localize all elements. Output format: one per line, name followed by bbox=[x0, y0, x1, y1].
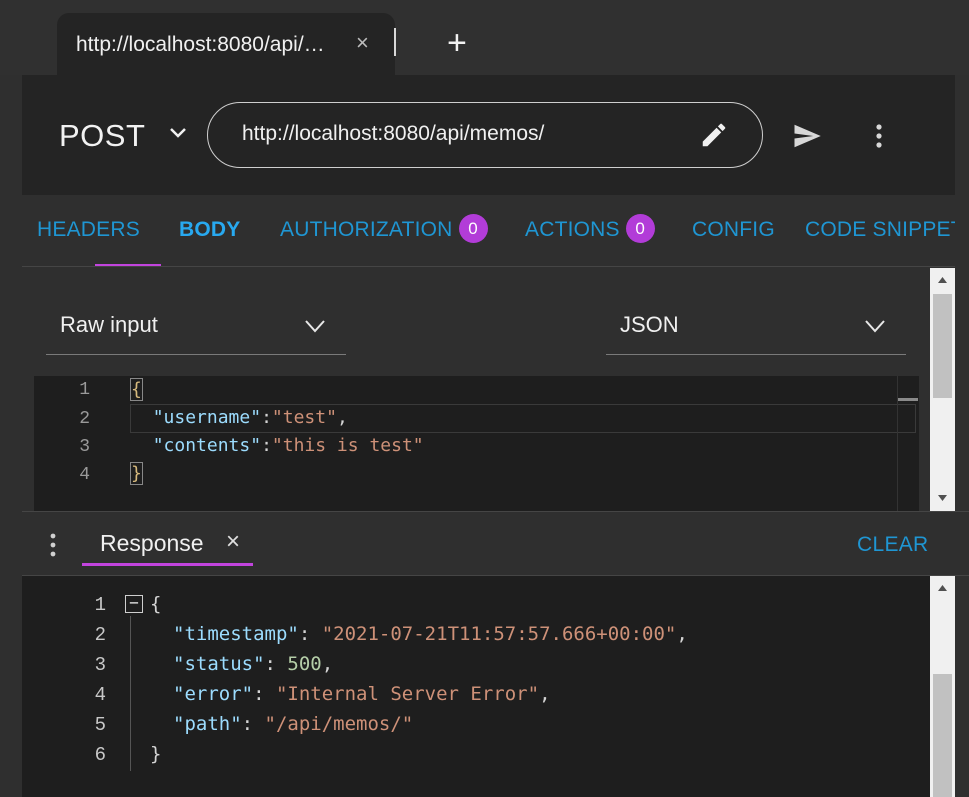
chevron-down-icon bbox=[865, 320, 885, 333]
tab-code-snippet[interactable]: CODE SNIPPET bbox=[805, 218, 955, 242]
scroll-up-arrow-icon[interactable] bbox=[937, 276, 948, 284]
body-code-editor[interactable]: 1 2 3 4 { "username":"test", "contents":… bbox=[34, 376, 919, 511]
method-select[interactable]: POST bbox=[59, 118, 145, 154]
code-line: { bbox=[130, 378, 143, 401]
line-number: 5 bbox=[94, 714, 106, 736]
overview-ruler-marker bbox=[898, 398, 918, 401]
code-line: "timestamp": "2021-07-21T11:57:57.666+00… bbox=[173, 623, 688, 645]
json-colon: : bbox=[261, 407, 272, 428]
editor-overview-ruler bbox=[897, 376, 898, 511]
json-number-value: 500 bbox=[287, 653, 322, 675]
body-panel: Raw input JSON 1 2 3 4 { "username":"tes… bbox=[22, 268, 930, 511]
url-input-value: http://localhost:8080/api/memos/ bbox=[242, 122, 545, 145]
open-brace: { bbox=[130, 378, 143, 401]
line-number: 2 bbox=[79, 409, 90, 429]
browser-tab[interactable]: http://localhost:8080/api/… × bbox=[57, 13, 395, 75]
fold-toggle-icon[interactable]: − bbox=[125, 595, 143, 613]
scrollbar-thumb[interactable] bbox=[933, 674, 952, 797]
json-comma: , bbox=[539, 683, 551, 705]
pencil-icon[interactable] bbox=[699, 120, 729, 150]
response-menu-icon[interactable] bbox=[48, 532, 58, 558]
response-scrollbar[interactable] bbox=[930, 576, 955, 797]
tab-separator bbox=[394, 28, 396, 56]
code-line: } bbox=[150, 743, 161, 765]
code-line: "path": "/api/memos/" bbox=[173, 713, 414, 735]
json-string-value: "/api/memos/" bbox=[264, 713, 414, 735]
code-line: "error": "Internal Server Error", bbox=[173, 683, 551, 705]
tab-body[interactable]: BODY bbox=[179, 218, 240, 242]
code-line: } bbox=[130, 462, 143, 485]
close-brace: } bbox=[130, 462, 143, 485]
line-number: 6 bbox=[94, 744, 106, 766]
response-tab[interactable]: Response bbox=[100, 530, 204, 557]
json-key: "status" bbox=[173, 653, 265, 675]
json-key: "username" bbox=[152, 407, 262, 428]
json-key: "path" bbox=[173, 713, 242, 735]
send-icon[interactable] bbox=[790, 121, 824, 151]
line-number: 1 bbox=[94, 594, 106, 616]
indent-guide bbox=[130, 616, 131, 771]
json-comma: , bbox=[321, 653, 334, 675]
close-response-icon[interactable]: × bbox=[226, 529, 240, 555]
code-line: "status": 500, bbox=[173, 653, 334, 675]
input-type-select[interactable]: Raw input bbox=[46, 298, 346, 355]
actions-count-badge: 0 bbox=[625, 214, 655, 243]
url-input[interactable]: http://localhost:8080/api/memos/ bbox=[207, 102, 763, 168]
scroll-up-arrow-icon[interactable] bbox=[937, 584, 948, 592]
browser-tab-title: http://localhost:8080/api/… bbox=[76, 33, 325, 56]
chevron-down-icon[interactable] bbox=[169, 127, 187, 139]
response-header: Response × CLEAR bbox=[22, 511, 969, 576]
line-number: 4 bbox=[79, 465, 90, 485]
input-type-value: Raw input bbox=[60, 312, 158, 337]
json-key: "contents" bbox=[152, 435, 262, 456]
line-number: 3 bbox=[94, 654, 106, 676]
scroll-down-arrow-icon[interactable] bbox=[937, 494, 948, 502]
content-type-value: JSON bbox=[620, 312, 679, 337]
line-number: 1 bbox=[79, 380, 90, 400]
content-type-select[interactable]: JSON bbox=[606, 298, 906, 355]
close-brace: } bbox=[150, 743, 162, 765]
clear-button[interactable]: CLEAR bbox=[857, 533, 929, 557]
chevron-down-icon bbox=[305, 320, 325, 333]
json-string-value: "test" bbox=[271, 407, 337, 428]
json-string-value: "Internal Server Error" bbox=[275, 683, 540, 705]
json-key: "timestamp" bbox=[173, 623, 299, 645]
json-string-value: "2021-07-21T11:57:57.666+00:00" bbox=[321, 623, 677, 645]
tab-headers[interactable]: HEADERS bbox=[37, 218, 140, 242]
json-key: "error" bbox=[173, 683, 254, 705]
new-tab-icon[interactable]: + bbox=[447, 26, 467, 60]
body-scrollbar[interactable] bbox=[930, 268, 955, 511]
scrollbar-thumb[interactable] bbox=[933, 294, 952, 398]
response-tab-indicator bbox=[82, 563, 253, 566]
response-viewer[interactable]: 1 2 3 4 5 6 − { "timestamp": "2021-07-21… bbox=[22, 576, 930, 797]
more-options-icon[interactable] bbox=[872, 123, 886, 149]
authorization-count-badge: 0 bbox=[458, 214, 488, 243]
request-bar: POST http://localhost:8080/api/memos/ bbox=[22, 75, 955, 195]
tab-config[interactable]: CONFIG bbox=[692, 218, 775, 242]
open-brace: { bbox=[150, 593, 162, 615]
code-line: { bbox=[150, 593, 161, 615]
tab-actions[interactable]: ACTIONS 0 bbox=[525, 214, 655, 243]
request-tabs: HEADERS BODY AUTHORIZATION 0 ACTIONS 0 CON… bbox=[22, 195, 955, 267]
code-line: "username":"test", bbox=[131, 407, 348, 428]
json-colon: : bbox=[261, 435, 272, 456]
tab-authorization[interactable]: AUTHORIZATION 0 bbox=[280, 214, 488, 243]
json-string-value: "this is test" bbox=[271, 435, 424, 456]
code-line: "contents":"this is test" bbox=[131, 435, 424, 456]
line-number: 2 bbox=[94, 624, 106, 646]
close-tab-icon[interactable]: × bbox=[356, 31, 369, 55]
line-number: 4 bbox=[94, 684, 106, 706]
line-number: 3 bbox=[79, 437, 90, 457]
json-comma: , bbox=[336, 407, 348, 428]
json-comma: , bbox=[676, 623, 688, 645]
active-tab-indicator bbox=[95, 264, 161, 266]
browser-tab-strip: http://localhost:8080/api/… × + bbox=[0, 0, 969, 75]
